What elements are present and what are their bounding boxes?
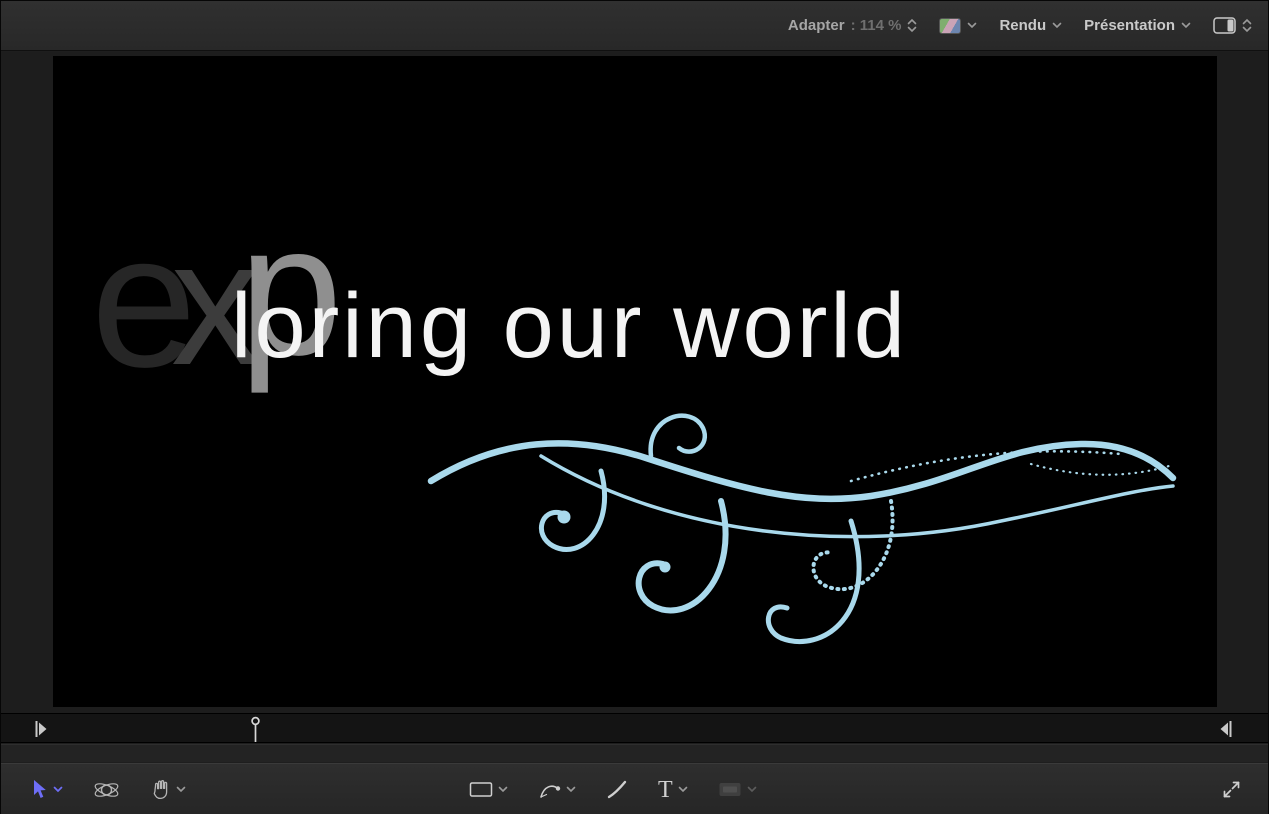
zoom-value: : 114 % xyxy=(851,17,902,34)
mask-tool xyxy=(718,780,757,799)
hand-icon xyxy=(150,779,171,800)
timing-pane-divider[interactable] xyxy=(1,744,1268,762)
transform-3d-tool[interactable] xyxy=(93,778,120,802)
mini-timeline[interactable] xyxy=(1,713,1268,743)
chevron-down-icon[interactable] xyxy=(176,786,186,793)
play-range-end-marker[interactable] xyxy=(1219,720,1232,738)
layout-stepper-icon xyxy=(1242,18,1252,33)
expand-canvas-button[interactable] xyxy=(1221,779,1242,805)
rectangle-icon xyxy=(469,780,493,799)
select-arrow-icon xyxy=(31,779,48,800)
zoom-label: Adapter xyxy=(788,17,845,34)
expand-arrows-icon xyxy=(1221,779,1242,800)
chevron-down-icon[interactable] xyxy=(498,786,508,793)
rectangle-tool[interactable] xyxy=(469,780,508,799)
canvas-workspace: e x p loring our world xyxy=(1,52,1268,713)
channels-swatch-icon xyxy=(939,18,961,34)
bezier-pen-icon xyxy=(538,779,561,800)
bezier-tool[interactable] xyxy=(538,779,576,800)
channels-popup[interactable] xyxy=(939,18,977,34)
view-menu[interactable]: Présentation xyxy=(1084,17,1191,34)
zoom-control[interactable]: Adapter : 114 % xyxy=(788,17,918,34)
chevron-down-icon[interactable] xyxy=(678,786,688,793)
top-toolbar: Adapter : 114 % Rendu Présentation xyxy=(1,1,1268,51)
text-tool[interactable]: T xyxy=(658,778,688,802)
motion-window: Adapter : 114 % Rendu Présentation xyxy=(0,0,1269,814)
flourish-graphic[interactable] xyxy=(421,386,1181,656)
transform-3d-icon xyxy=(93,778,120,802)
paint-stroke-icon xyxy=(606,779,628,800)
chevron-down-icon xyxy=(747,786,757,793)
chevron-down-icon xyxy=(967,22,977,29)
window-layout-icon xyxy=(1213,17,1236,34)
chevron-down-icon xyxy=(1181,22,1191,29)
play-range-start-marker[interactable] xyxy=(35,720,48,738)
image-mask-icon xyxy=(718,780,742,799)
pan-tool[interactable] xyxy=(150,779,186,800)
select-tool[interactable] xyxy=(31,779,63,800)
view-menu-label: Présentation xyxy=(1084,17,1175,34)
paint-stroke-tool[interactable] xyxy=(606,779,628,800)
bottom-toolbar: T xyxy=(1,763,1268,814)
playhead-marker[interactable] xyxy=(250,716,261,743)
chevron-down-icon xyxy=(1052,22,1062,29)
zoom-stepper-icon[interactable] xyxy=(907,18,917,33)
render-menu-label: Rendu xyxy=(999,17,1046,34)
text-tool-icon: T xyxy=(658,778,673,802)
chevron-down-icon[interactable] xyxy=(53,786,63,793)
canvas[interactable]: e x p loring our world xyxy=(53,56,1217,707)
chevron-down-icon[interactable] xyxy=(566,786,576,793)
render-menu[interactable]: Rendu xyxy=(999,17,1062,34)
canvas-title-text[interactable]: loring our world xyxy=(231,274,908,379)
layout-control[interactable] xyxy=(1213,17,1252,34)
